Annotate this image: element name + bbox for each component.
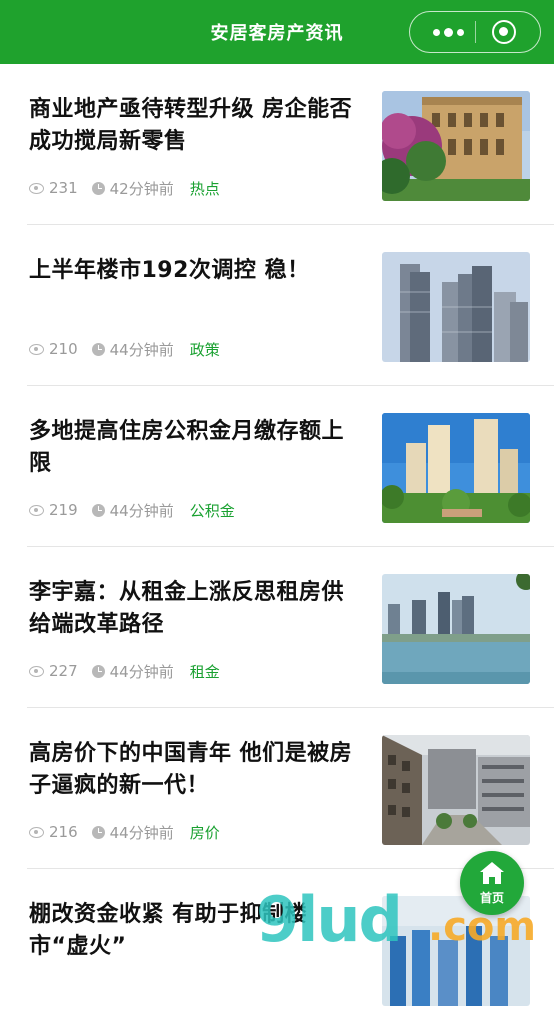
article-title: 多地提高住房公积金月缴存额上限 — [29, 419, 345, 476]
publish-time: 44分钟前 — [109, 501, 174, 520]
article-meta: 210 44分钟前 政策 — [29, 339, 220, 359]
eye-icon — [29, 182, 44, 194]
view-count: 216 — [49, 823, 78, 841]
article-thumbnail — [382, 252, 530, 362]
article-thumbnail — [382, 735, 530, 845]
article-title: 李宇嘉：从租金上涨反思租房供给端改革路径 — [29, 580, 345, 637]
eye-icon — [29, 343, 44, 355]
article-meta: 216 44分钟前 房价 — [29, 822, 220, 842]
article-item[interactable]: 上半年楼市192次调控 稳！ 210 44分钟前 政策 — [0, 225, 554, 386]
article-item[interactable]: 商业地产亟待转型升级 房企能否成功搅局新零售 231 42分钟前 热点 — [0, 64, 554, 225]
article-tag[interactable]: 政策 — [190, 339, 220, 360]
article-meta: 231 42分钟前 热点 — [29, 178, 220, 198]
article-title: 棚改资金收紧 有助于抑制楼市“虚火” — [29, 902, 308, 959]
clock-icon — [91, 342, 105, 356]
article-item[interactable]: 李宇嘉：从租金上涨反思租房供给端改革路径 227 44分钟前 租金 — [0, 547, 554, 708]
clock-icon — [91, 181, 105, 195]
view-count: 219 — [49, 501, 78, 519]
publish-time: 44分钟前 — [109, 823, 174, 842]
target-circle-icon[interactable] — [492, 20, 516, 44]
eye-icon — [29, 826, 44, 838]
article-item[interactable]: 高房价下的中国青年 他们是被房子逼疯的新一代！ 216 44分钟前 房价 — [0, 708, 554, 869]
nav-bar: 安居客房产资讯 — [0, 0, 554, 64]
article-thumbnail — [382, 896, 530, 1006]
home-button-label: 首页 — [479, 891, 504, 905]
article-tag[interactable]: 租金 — [190, 661, 220, 682]
article-title: 上半年楼市192次调控 稳！ — [29, 258, 310, 283]
eye-icon — [29, 504, 44, 516]
article-meta: 227 44分钟前 租金 — [29, 661, 220, 681]
article-thumbnail — [382, 574, 530, 684]
article-item[interactable]: 多地提高住房公积金月缴存额上限 219 44分钟前 公积金 — [0, 386, 554, 547]
view-count: 231 — [49, 179, 78, 197]
view-count: 210 — [49, 340, 78, 358]
publish-time: 42分钟前 — [109, 179, 174, 198]
eye-icon — [29, 665, 44, 677]
publish-time: 44分钟前 — [109, 662, 174, 681]
article-thumbnail — [382, 413, 530, 523]
article-meta: 219 44分钟前 公积金 — [29, 500, 235, 520]
view-count: 227 — [49, 662, 78, 680]
clock-icon — [91, 825, 105, 839]
article-thumbnail — [382, 91, 530, 201]
article-tag[interactable]: 公积金 — [190, 500, 235, 521]
clock-icon — [91, 503, 105, 517]
article-title: 商业地产亟待转型升级 房企能否成功搅局新零售 — [29, 97, 353, 154]
article-tag[interactable]: 热点 — [190, 178, 220, 199]
article-title: 高房价下的中国青年 他们是被房子逼疯的新一代！ — [29, 741, 353, 798]
more-dots-icon[interactable] — [428, 20, 468, 44]
publish-time: 44分钟前 — [109, 340, 174, 359]
article-tag[interactable]: 房价 — [190, 822, 220, 843]
mini-program-capsule — [409, 11, 541, 53]
home-button[interactable]: 首页 — [460, 851, 524, 915]
home-icon — [480, 862, 504, 884]
clock-icon — [91, 664, 105, 678]
capsule-divider — [475, 21, 476, 43]
